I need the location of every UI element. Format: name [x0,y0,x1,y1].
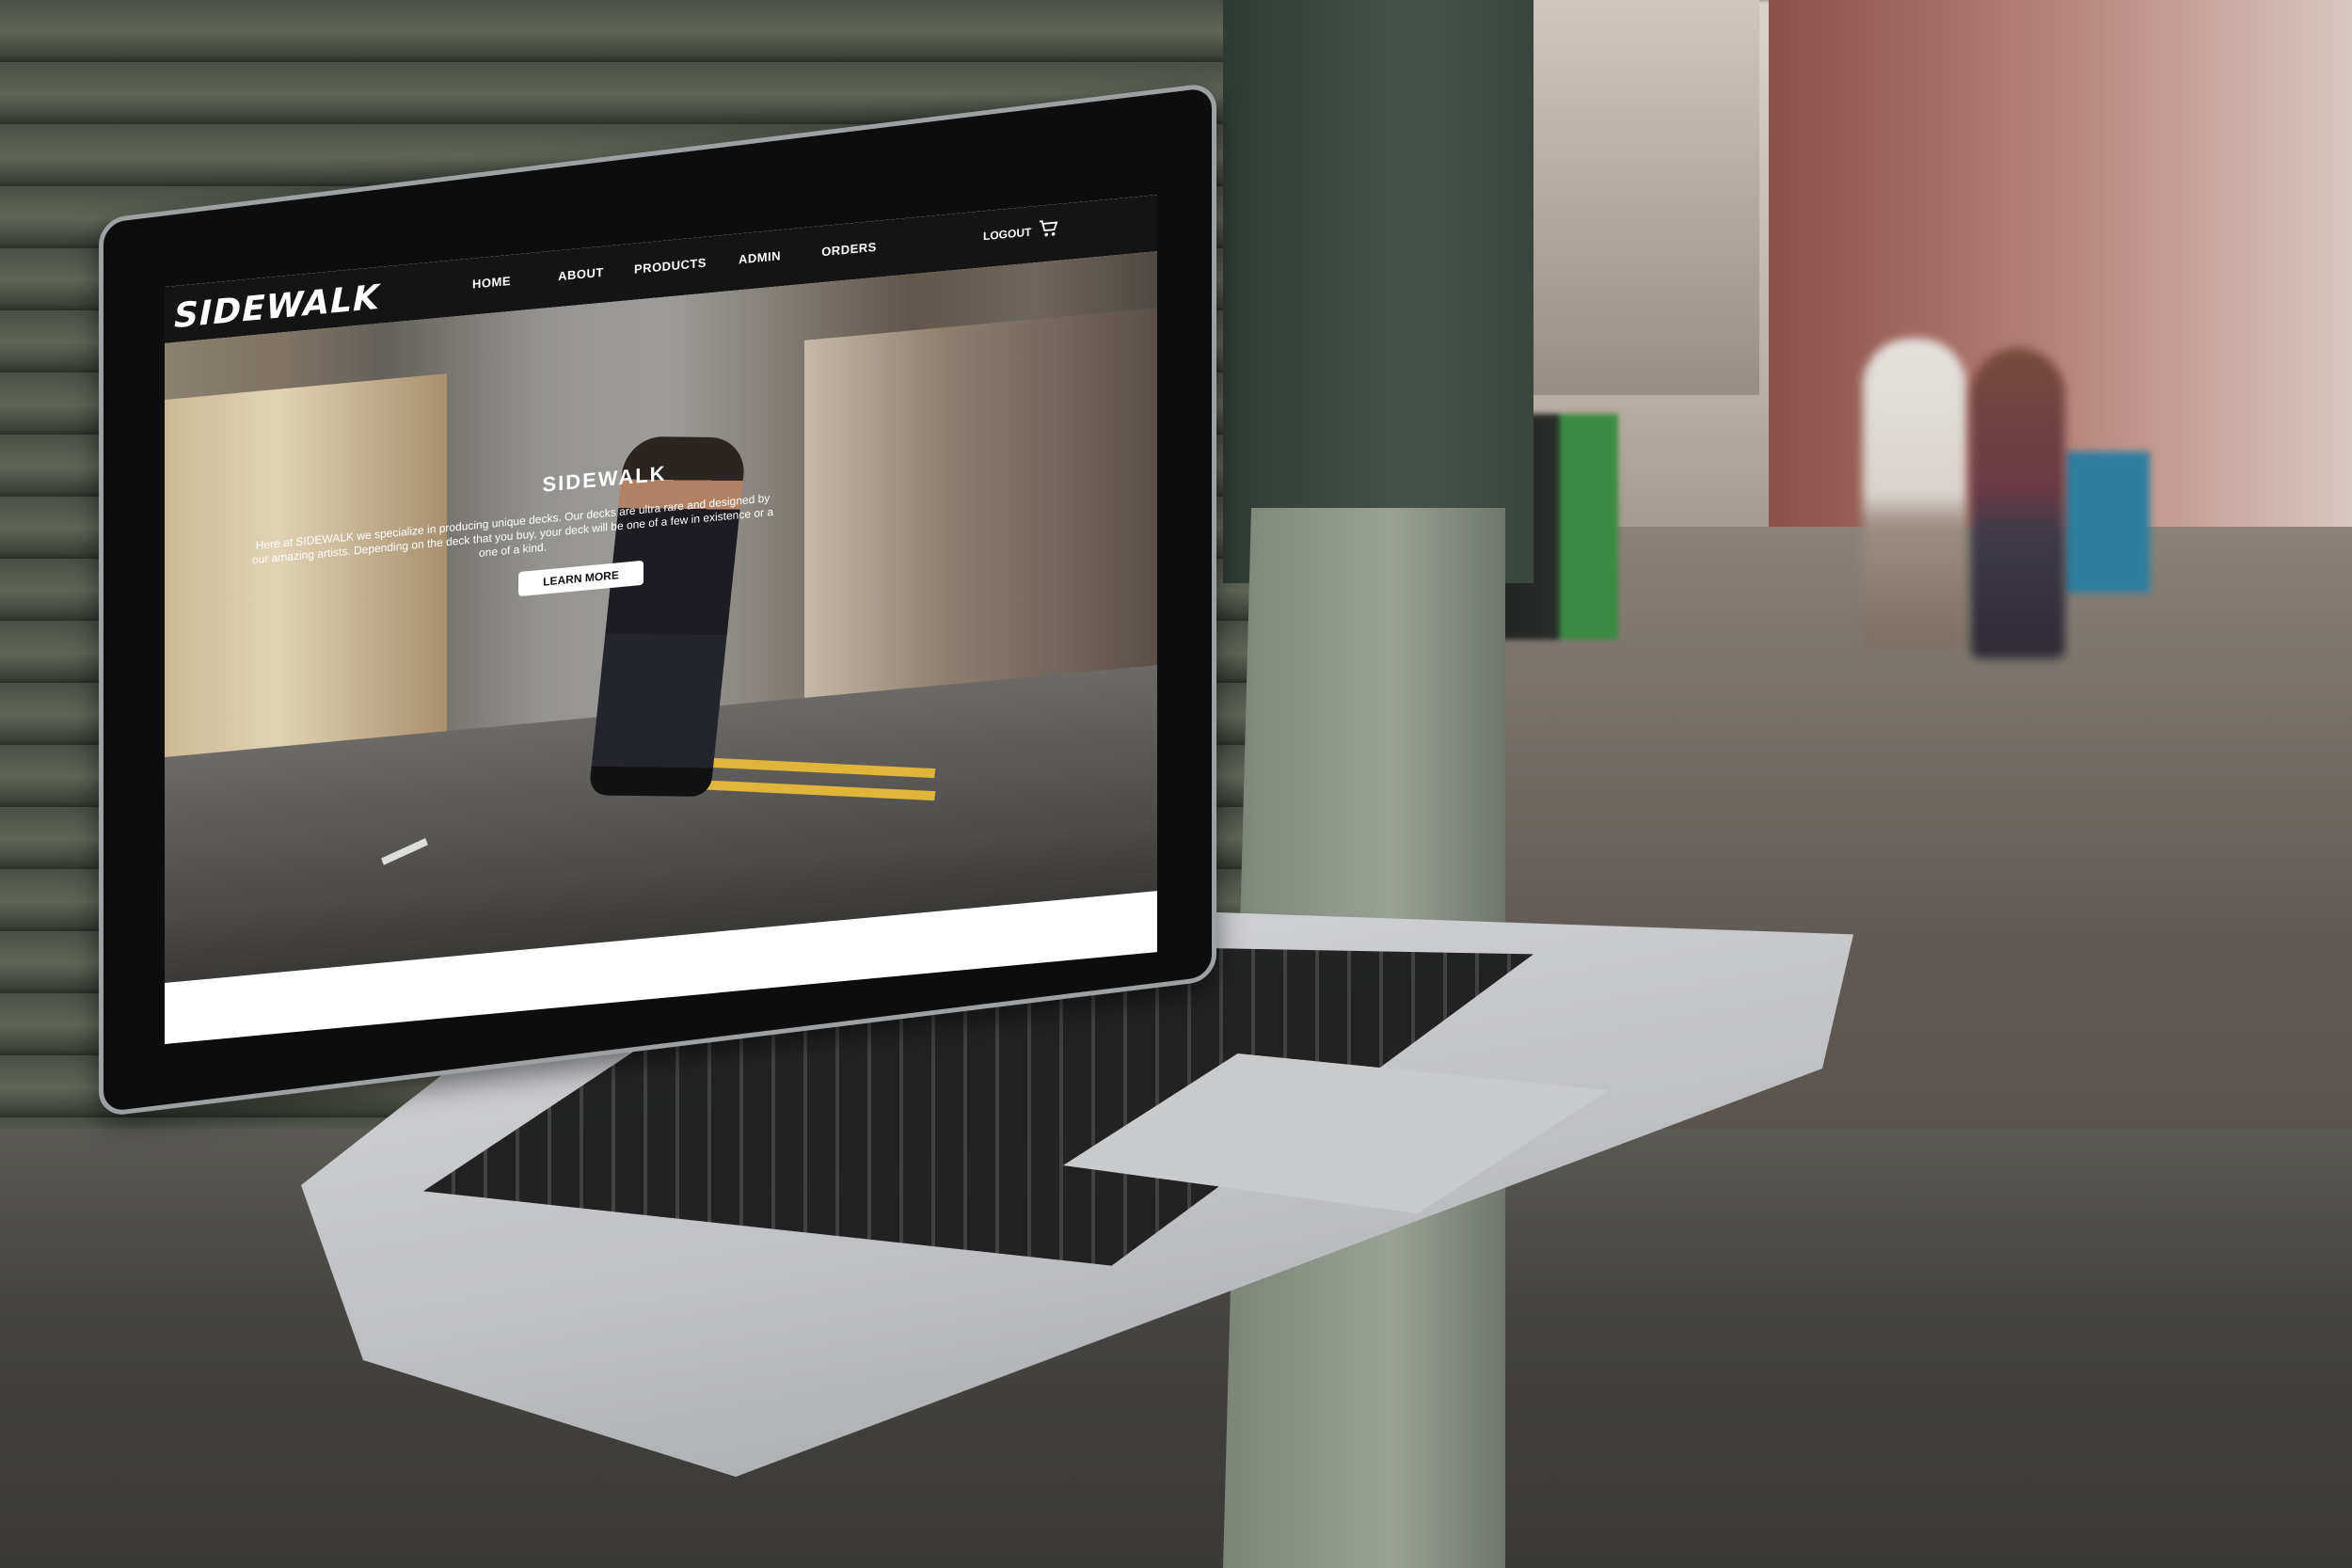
distant-building [1515,0,1759,395]
laptop-screen: SIDEWALK HOME ABOUT PRODUCTS ADMIN ORDER… [165,195,1157,1044]
nav-products[interactable]: PRODUCTS [626,255,715,277]
pedestrian [1863,339,1966,649]
blue-bin [2065,451,2150,593]
cart-icon[interactable] [1038,217,1058,240]
nav-about[interactable]: ABOUT [536,263,626,286]
hero-banner: SIDEWALK Here at SIDEWALK we specialize … [165,251,1157,983]
pedestrian [1971,348,2065,658]
nav-admin[interactable]: ADMIN [715,246,804,269]
logout-link[interactable]: LOGOUT [983,226,1031,244]
nav-orders[interactable]: ORDERS [804,238,894,261]
wall-pillar [1223,0,1534,583]
nav-home[interactable]: HOME [447,271,536,293]
